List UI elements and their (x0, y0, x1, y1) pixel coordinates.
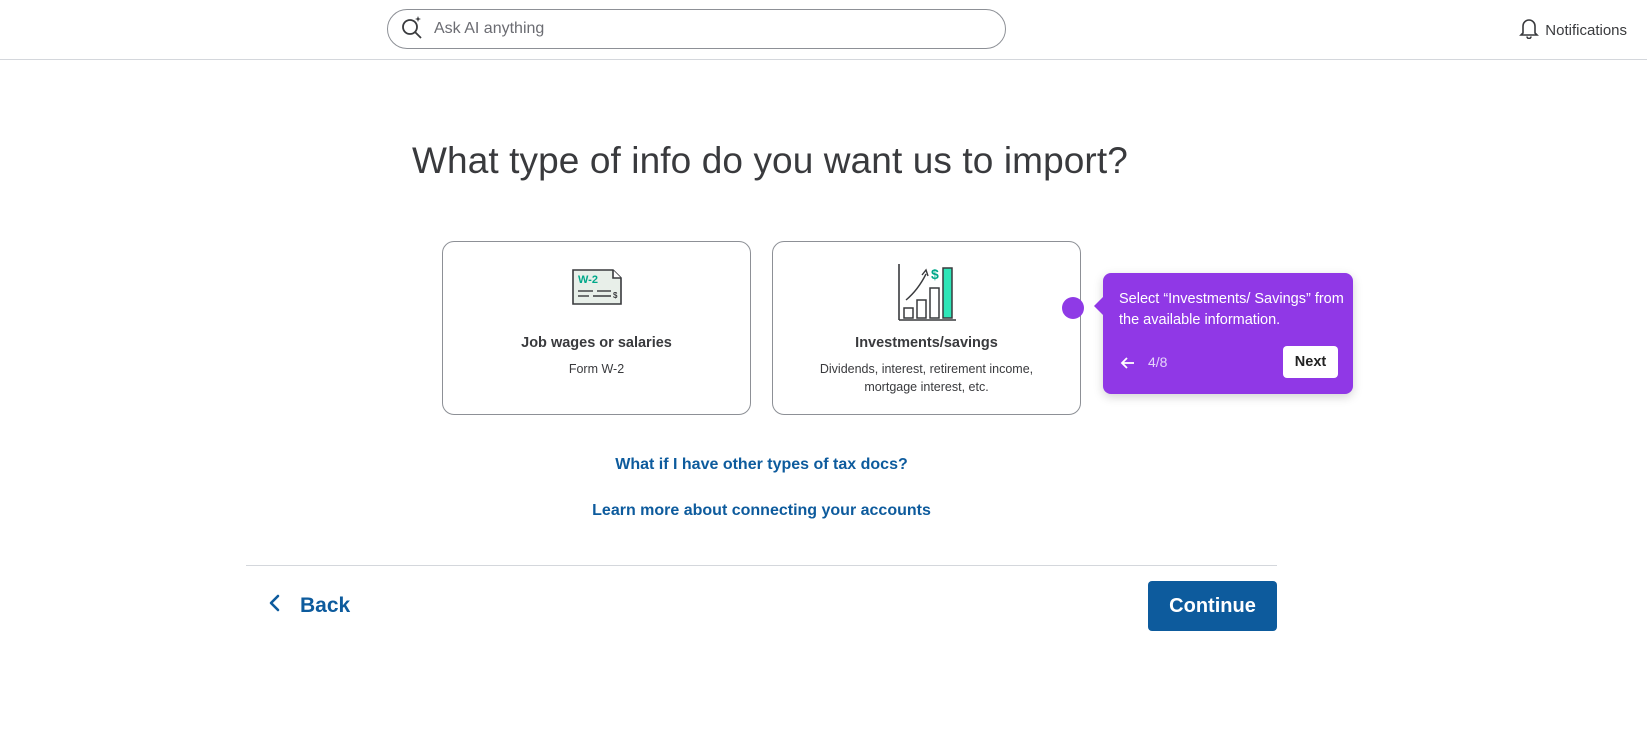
w2-icon-label: W-2 (578, 274, 598, 286)
investments-title: Investments/savings (855, 335, 998, 351)
tour-beacon (1062, 297, 1084, 319)
learn-more-link[interactable]: Learn more about connecting your account… (0, 502, 1523, 520)
tour-tooltip-text: Select “Investments/ Savings” from the a… (1119, 291, 1344, 328)
job-wages-card[interactable]: W-2 $ Job wages or salaries Form W-2 (442, 241, 751, 415)
back-label: Back (300, 593, 351, 617)
top-bar: Ask AI anything Notifications (0, 0, 1647, 60)
back-button[interactable]: Back (268, 592, 350, 619)
chevron-left-icon (268, 592, 282, 619)
job-wages-subtitle: Form W-2 (568, 362, 625, 376)
notifications-label: Notifications (1545, 21, 1627, 39)
dollar-sign-label: $ (931, 266, 939, 282)
investments-savings-card[interactable]: $ Investments/savings Dividends, interes… (772, 241, 1081, 415)
other-tax-docs-link[interactable]: What if I have other types of tax docs? (0, 456, 1523, 474)
investments-subtitle: Dividends, interest, retirement income, … (819, 362, 1034, 394)
arrow-left-icon[interactable] (1118, 353, 1138, 373)
bell-icon (1519, 17, 1540, 43)
notifications-button[interactable]: Notifications (1519, 17, 1627, 43)
svg-text:$: $ (613, 291, 618, 300)
w2-form-icon: W-2 $ (571, 266, 623, 311)
tour-tooltip: Select “Investments/ Savings” from the a… (1094, 273, 1353, 394)
ai-search-icon (400, 15, 424, 44)
job-wages-title: Job wages or salaries (521, 335, 672, 351)
footer-divider (246, 565, 1277, 566)
ask-ai-search-box[interactable]: Ask AI anything (387, 9, 1006, 49)
tour-next-button[interactable]: Next (1283, 346, 1338, 378)
search-placeholder: Ask AI anything (434, 20, 545, 37)
tour-step-counter: 4/8 (1148, 354, 1168, 370)
page-title: What type of info do you want us to impo… (412, 140, 1128, 181)
investment-chart-icon: $ (896, 262, 958, 327)
continue-button[interactable]: Continue (1148, 581, 1277, 631)
